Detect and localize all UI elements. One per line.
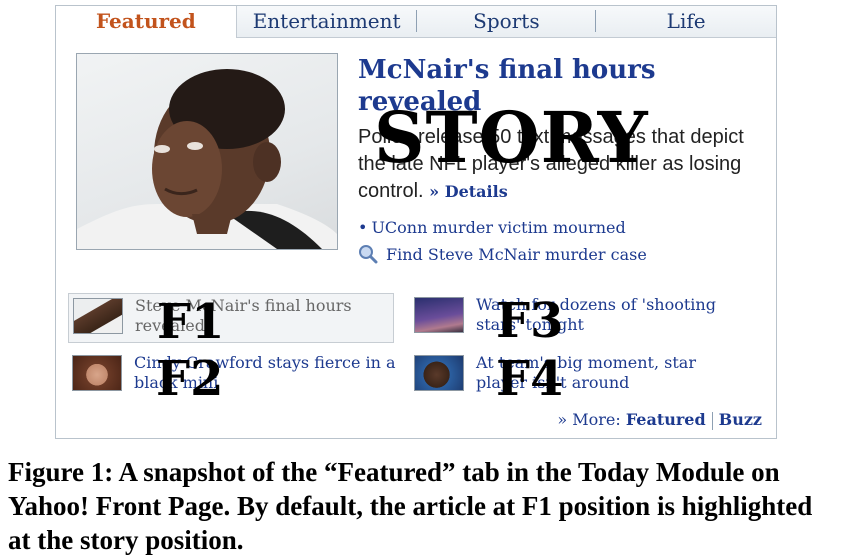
story-overlay-label: STORY [374, 96, 649, 179]
tab-sports[interactable]: Sports [417, 6, 597, 37]
more-links: » More: Featured Buzz [557, 410, 762, 430]
more-prefix: » More: [557, 410, 621, 429]
tab-life[interactable]: Life [596, 6, 776, 37]
feature-text: At team's big moment, star player isn't … [476, 353, 696, 392]
bullet-icon: • [358, 218, 368, 237]
feature-text: Steve McNair's final hours revealed [135, 296, 352, 335]
feature-item-f3[interactable]: Watch for dozens of 'shooting stars' ton… [410, 293, 750, 345]
magnifier-icon [359, 245, 378, 264]
tab-featured[interactable]: Featured [56, 6, 237, 38]
figure-caption: Figure 1: A snapshot of the “Featured” t… [8, 457, 813, 555]
feature-item-f1[interactable]: Steve McNair's final hours revealed F1 [68, 293, 394, 346]
feature-thumbnail [414, 297, 464, 333]
today-module: Featured Entertainment Sports Life McNai… [55, 5, 777, 439]
more-featured-link[interactable]: Featured [626, 410, 706, 429]
details-link[interactable]: » Details [429, 182, 508, 201]
more-buzz-link[interactable]: Buzz [719, 410, 762, 429]
feature-thumbnail [73, 298, 123, 334]
feature-item-f2[interactable]: Cindy Crawford stays fierce in a black m… [68, 351, 396, 403]
feature-item-f4[interactable]: At team's big moment, star player isn't … [410, 351, 750, 403]
divider [711, 411, 713, 430]
feature-thumbnail [414, 355, 464, 391]
related-link[interactable]: • UConn murder victim mourned [358, 218, 626, 237]
tab-entertainment[interactable]: Entertainment [237, 6, 417, 37]
player-portrait-image [77, 69, 337, 249]
search-link[interactable]: Find Steve McNair murder case [358, 244, 647, 264]
tab-bar: Featured Entertainment Sports Life [56, 6, 776, 38]
feature-thumbnail [72, 355, 122, 391]
story-photo[interactable] [76, 53, 338, 250]
feature-text: Watch for dozens of 'shooting stars' ton… [476, 295, 716, 334]
feature-text: Cindy Crawford stays fierce in a black m… [134, 353, 396, 392]
